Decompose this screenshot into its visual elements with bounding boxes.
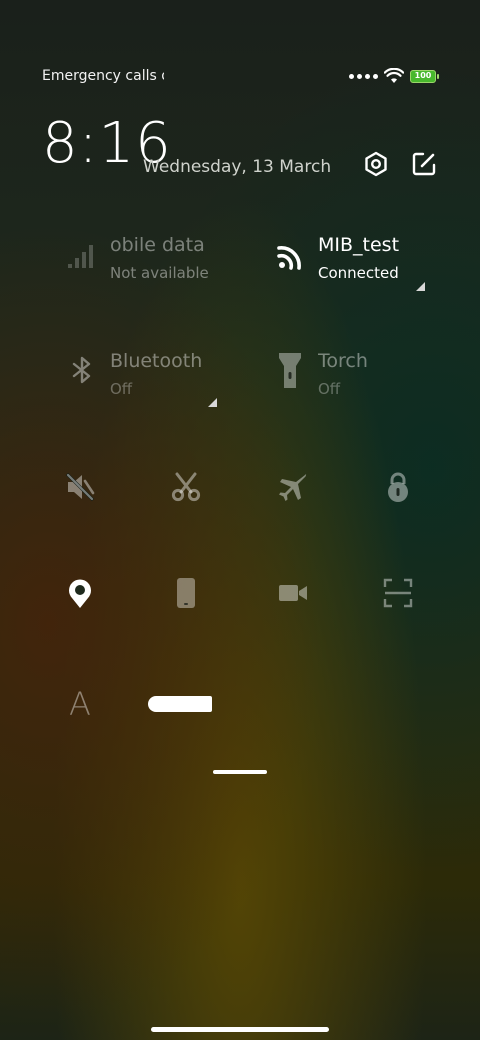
wifi-subtitle: Connected [318, 264, 399, 282]
font-size-icon: A [69, 685, 91, 723]
speaker-mute-icon [65, 472, 95, 502]
torch-tile[interactable]: Torch Off [270, 350, 470, 430]
signal-dots-icon [349, 73, 378, 79]
screen-record-toggle[interactable] [273, 573, 313, 613]
torch-icon [270, 350, 310, 390]
mobile-data-title: obile data [110, 234, 205, 256]
gesture-navigation-bar[interactable] [151, 1027, 329, 1032]
bluetooth-icon [62, 350, 102, 390]
wifi-title: MIB_test [318, 234, 400, 256]
wifi-status-icon [384, 68, 404, 83]
location-pin-icon [69, 579, 91, 608]
battery-icon: 100 [410, 69, 439, 83]
signal-bars-icon [62, 234, 102, 274]
screenshot-toggle[interactable] [166, 467, 206, 507]
scan-frame-icon [383, 578, 413, 608]
bluetooth-expand-icon[interactable] [208, 398, 217, 407]
torch-subtitle: Off [318, 380, 341, 398]
bluetooth-subtitle: Off [110, 380, 133, 398]
torch-title: Torch [318, 350, 368, 372]
mobile-data-tile[interactable]: obile data Not available [62, 234, 262, 314]
wifi-icon [270, 234, 310, 274]
scanner-toggle[interactable] [378, 573, 418, 613]
airplane-icon [279, 474, 307, 501]
status-icons: 100 [349, 66, 439, 86]
location-toggle[interactable] [60, 573, 100, 613]
edit-icon[interactable] [410, 150, 438, 178]
rotation-toggle[interactable] [166, 573, 206, 613]
date[interactable]: Wednesday, 13 March [143, 157, 331, 177]
lock-toggle[interactable] [378, 467, 418, 507]
panel-drag-handle[interactable] [213, 770, 267, 774]
video-camera-icon [279, 585, 307, 601]
wifi-expand-icon[interactable] [416, 282, 425, 291]
status-bar: Emergency calls o 100 [0, 0, 480, 100]
scissors-icon [171, 472, 201, 502]
battery-level: 100 [414, 71, 432, 80]
airplane-toggle[interactable] [273, 467, 313, 507]
carrier-text: Emergency calls o [42, 68, 164, 84]
wifi-tile[interactable]: MIB_test Connected [270, 234, 470, 314]
mobile-data-subtitle: Not available [110, 264, 209, 282]
lock-icon [388, 472, 408, 502]
bluetooth-tile[interactable]: Bluetooth Off [62, 350, 262, 430]
brightness-slider[interactable] [148, 696, 212, 712]
settings-icon[interactable] [362, 150, 390, 178]
bluetooth-title: Bluetooth [110, 350, 203, 372]
font-size-toggle[interactable]: A [60, 684, 100, 724]
mute-toggle[interactable] [60, 467, 100, 507]
phone-icon [177, 578, 195, 608]
